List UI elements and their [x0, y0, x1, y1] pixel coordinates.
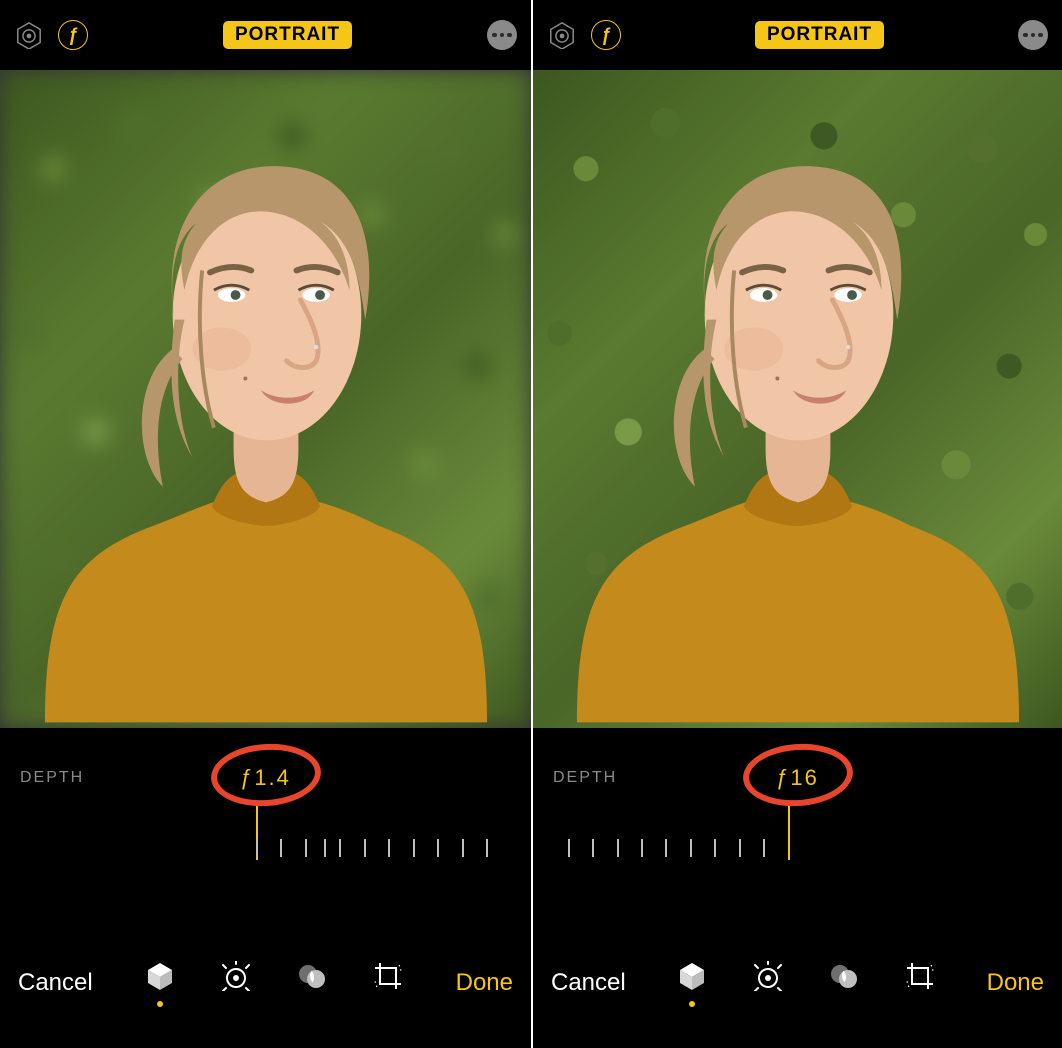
depth-control: DEPTH ƒ1.4: [0, 728, 531, 928]
adjust-tool-icon[interactable]: [219, 961, 253, 1005]
bottom-toolbar: Cancel Done: [0, 928, 531, 1048]
portrait-tool-icon[interactable]: [675, 961, 709, 1005]
aperture-value: ƒ16: [776, 765, 819, 791]
top-bar: ƒ PORTRAIT: [0, 0, 531, 70]
depth-control: DEPTH ƒ16: [533, 728, 1062, 928]
cancel-button[interactable]: Cancel: [551, 969, 626, 997]
crop-tool-icon[interactable]: [371, 961, 405, 1005]
lighting-icon[interactable]: [14, 20, 44, 50]
slider-ticks: [20, 836, 511, 860]
photo-preview[interactable]: [533, 70, 1062, 728]
phone-screen-right: ƒ PORTRAIT DEPTH ƒ16 Cancel Done: [531, 0, 1062, 1048]
done-button[interactable]: Done: [456, 969, 513, 997]
mode-badge[interactable]: PORTRAIT: [755, 21, 884, 49]
filters-tool-icon[interactable]: [827, 961, 861, 1005]
portrait-tool-icon[interactable]: [143, 961, 177, 1005]
phone-screen-left: ƒ PORTRAIT DEPTH ƒ1.4 Cancel Done: [0, 0, 531, 1048]
adjust-tool-icon[interactable]: [751, 961, 785, 1005]
more-button[interactable]: [487, 20, 517, 50]
bottom-toolbar: Cancel Done: [533, 928, 1062, 1048]
more-button[interactable]: [1018, 20, 1048, 50]
active-dot-icon: [689, 1001, 695, 1007]
slider-ticks: [553, 836, 1042, 860]
lighting-icon[interactable]: [547, 20, 577, 50]
aperture-icon[interactable]: ƒ: [58, 20, 88, 50]
top-bar: ƒ PORTRAIT: [533, 0, 1062, 70]
depth-label: DEPTH: [20, 769, 140, 787]
depth-slider[interactable]: [20, 806, 511, 886]
photo-subject: [533, 88, 1062, 728]
mode-badge[interactable]: PORTRAIT: [223, 21, 352, 49]
aperture-icon[interactable]: ƒ: [591, 20, 621, 50]
aperture-value: ƒ1.4: [240, 765, 291, 791]
depth-slider[interactable]: [553, 806, 1042, 886]
done-button[interactable]: Done: [987, 969, 1044, 997]
photo-subject: [0, 88, 531, 728]
cancel-button[interactable]: Cancel: [18, 969, 93, 997]
filters-tool-icon[interactable]: [295, 961, 329, 1005]
crop-tool-icon[interactable]: [903, 961, 937, 1005]
active-dot-icon: [157, 1001, 163, 1007]
depth-label: DEPTH: [553, 769, 673, 787]
photo-preview[interactable]: [0, 70, 531, 728]
